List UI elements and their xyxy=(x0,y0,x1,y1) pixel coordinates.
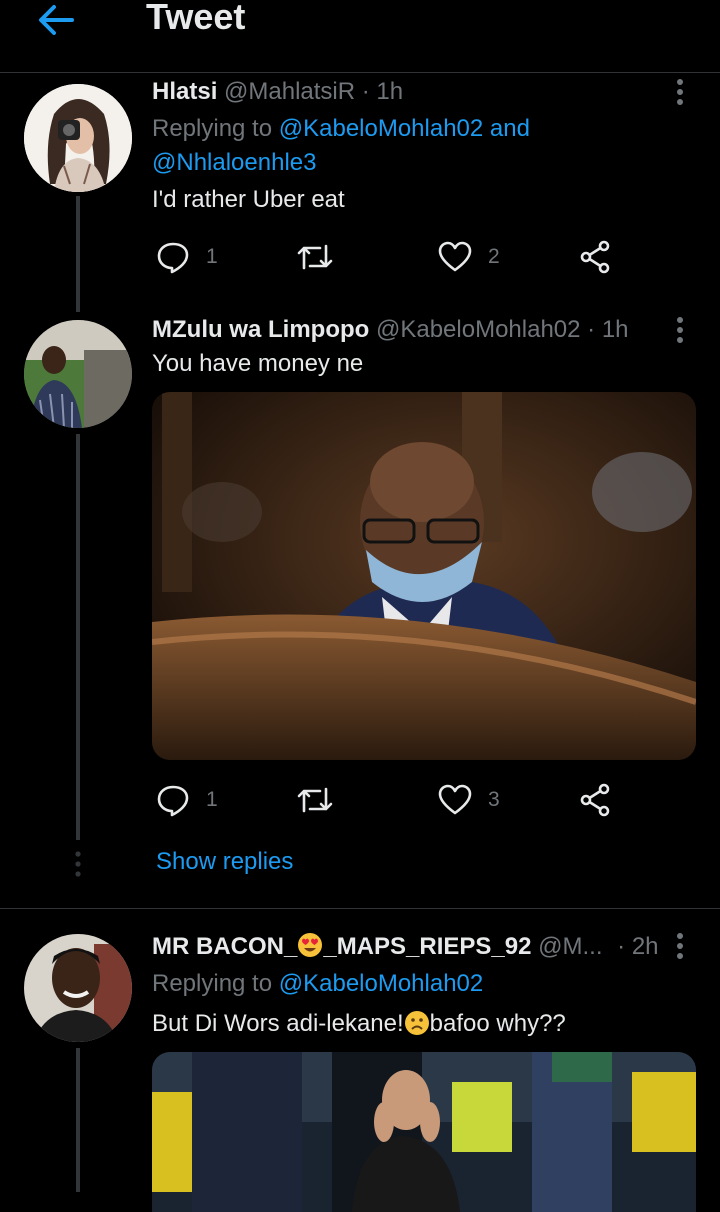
author-name-part: MR BACON_ xyxy=(152,933,298,960)
share-button[interactable] xyxy=(580,240,614,274)
like-count: 2 xyxy=(488,245,500,268)
avatar[interactable] xyxy=(24,934,132,1042)
reply-button[interactable]: 1 xyxy=(156,240,236,274)
avatar[interactable] xyxy=(24,320,132,428)
reply-count: 1 xyxy=(206,788,218,811)
author-name[interactable]: MZulu wa Limpopo xyxy=(152,316,369,343)
reply-button[interactable]: 1 xyxy=(156,783,236,817)
replying-to: Replying to @KabeloMohlah02 xyxy=(152,967,483,1001)
tweet-image[interactable] xyxy=(152,1052,696,1212)
show-replies-link[interactable]: Show replies xyxy=(156,848,293,876)
mention-link[interactable]: @KabeloMohlah02 xyxy=(279,115,484,142)
like-button[interactable]: 2 xyxy=(438,240,518,274)
more-vertical-icon xyxy=(677,317,683,343)
more-vertical-icon xyxy=(677,933,683,959)
thread-line xyxy=(76,196,80,312)
tweet-text: I'd rather Uber eat xyxy=(152,186,345,213)
tweet-text: But Di Wors adi-lekane! bafoo why?? xyxy=(152,1010,566,1038)
author-name[interactable]: Hlatsi xyxy=(152,78,217,105)
retweet-button[interactable] xyxy=(296,240,336,274)
tweet-text-part: bafoo why?? xyxy=(429,1010,566,1037)
retweet-button[interactable] xyxy=(296,783,336,817)
heart-eyes-emoji-icon xyxy=(298,933,323,957)
mention-link[interactable]: @Nhlaloenhle3 xyxy=(152,149,316,176)
thread-line xyxy=(76,1048,80,1192)
author-handle[interactable]: @M... xyxy=(538,933,602,960)
more-options-button[interactable] xyxy=(668,316,692,346)
reply-count: 1 xyxy=(206,245,218,268)
mention-link[interactable]: @KabeloMohlah02 xyxy=(279,970,484,997)
author-name-part: _MAPS_RIEPS_92 xyxy=(323,933,532,960)
divider xyxy=(0,908,720,909)
tweet-header: Hlatsi @MahlatsiR · 1h xyxy=(152,78,403,106)
retweet-icon xyxy=(297,244,333,270)
tweet-text-part: But Di Wors adi-lekane! xyxy=(152,1010,404,1037)
heart-icon xyxy=(438,784,472,815)
arrow-left-icon xyxy=(39,5,74,35)
more-options-button[interactable] xyxy=(668,932,692,962)
heart-icon xyxy=(438,241,472,272)
share-icon xyxy=(580,783,610,817)
author-name[interactable]: MR BACON_ _MAPS_RIEPS_92 xyxy=(152,933,531,960)
mention-and: and xyxy=(483,115,530,142)
reply-icon xyxy=(157,785,189,817)
timestamp: · 2h xyxy=(617,933,659,960)
avatar[interactable] xyxy=(24,84,132,192)
more-options-button[interactable] xyxy=(668,78,692,108)
tweet-image[interactable] xyxy=(152,392,696,760)
replying-to: Replying to @KabeloMohlah02 and @Nhlaloe… xyxy=(152,112,530,180)
replying-label: Replying to xyxy=(152,970,279,997)
top-bar: Tweet xyxy=(0,0,720,73)
back-button[interactable] xyxy=(36,2,76,38)
more-vertical-icon xyxy=(677,79,683,105)
more-replies-dots-icon xyxy=(74,850,82,878)
tweet-header: MZulu wa Limpopo @KabeloMohlah02 · 1h xyxy=(152,316,629,344)
like-count: 3 xyxy=(488,788,500,811)
thread-line xyxy=(76,434,80,840)
share-button[interactable] xyxy=(580,783,614,817)
replying-label: Replying to xyxy=(152,115,279,142)
timestamp: · 1h xyxy=(587,316,629,343)
retweet-icon xyxy=(297,787,333,813)
author-handle[interactable]: @KabeloMohlah02 xyxy=(376,316,581,343)
author-handle[interactable]: @MahlatsiR xyxy=(224,78,355,105)
page-title: Tweet xyxy=(146,0,246,37)
like-button[interactable]: 3 xyxy=(438,783,518,817)
reply-icon xyxy=(157,242,189,274)
frowning-emoji-icon xyxy=(404,1011,429,1035)
share-icon xyxy=(580,240,610,274)
tweet-text: You have money ne xyxy=(152,350,364,377)
tweet-header: MR BACON_ _MAPS_RIEPS_92 @M... · 2h xyxy=(152,932,659,961)
timestamp: · 1h xyxy=(361,78,404,105)
